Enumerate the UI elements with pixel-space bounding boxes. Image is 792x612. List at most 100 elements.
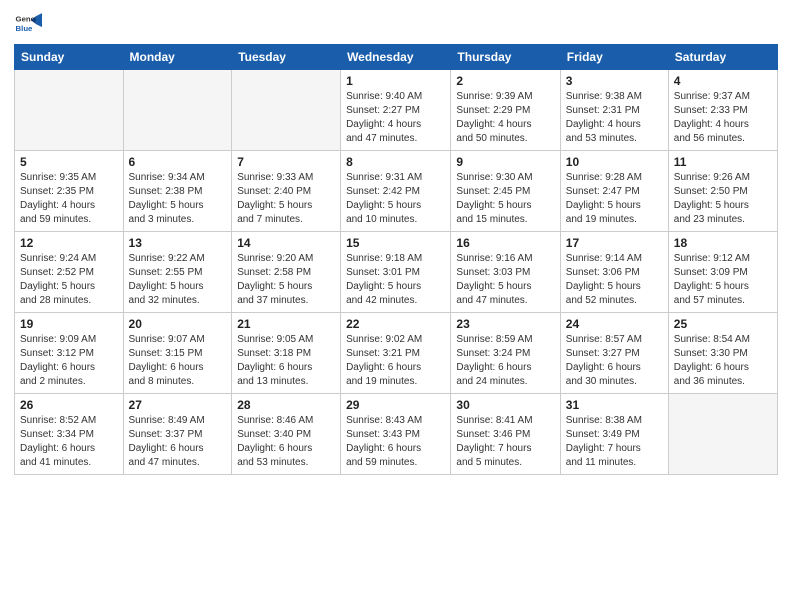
day-content: Sunrise: 9:16 AM Sunset: 3:03 PM Dayligh… — [456, 252, 554, 308]
calendar-cell: 31Sunrise: 8:38 AM Sunset: 3:49 PM Dayli… — [560, 394, 668, 475]
day-content: Sunrise: 8:52 AM Sunset: 3:34 PM Dayligh… — [20, 414, 118, 470]
calendar-cell: 6 Sunrise: 9:34 AM Sunset: 2:38 PM Daylig… — [123, 151, 232, 232]
calendar-cell: 21 Sunrise: 9:05 AM Sunset: 3:18 PM Dayli… — [232, 313, 341, 394]
calendar-cell: 8 Sunrise: 9:31 AM Sunset: 2:42 PM Daylig… — [341, 151, 451, 232]
day-content: Sunrise: 8:59 AM Sunset: 3:24 PM Dayligh… — [456, 333, 554, 389]
calendar-cell — [15, 70, 124, 151]
day-number: 2 — [456, 74, 554, 88]
day-number: 19 — [20, 317, 118, 331]
day-number: 28 — [237, 398, 335, 412]
calendar-body: 1 Sunrise: 9:40 AM Sunset: 2:27 PM Daylig… — [15, 70, 778, 475]
day-number: 18 — [674, 236, 772, 250]
day-number: 29 — [346, 398, 445, 412]
weekday-header-thursday: Thursday — [451, 45, 560, 70]
day-content: Sunrise: 9:38 AM Sunset: 2:31 PM Dayligh… — [566, 90, 663, 146]
day-number: 7 — [237, 155, 335, 169]
calendar-cell: 17Sunrise: 9:14 AM Sunset: 3:06 PM Dayli… — [560, 232, 668, 313]
calendar-cell: 28 Sunrise: 8:46 AM Sunset: 3:40 PM Dayli… — [232, 394, 341, 475]
day-content: Sunrise: 8:43 AM Sunset: 3:43 PM Dayligh… — [346, 414, 445, 470]
day-content: Sunrise: 9:37 AM Sunset: 2:33 PM Dayligh… — [674, 90, 772, 146]
day-content: Sunrise: 9:05 AM Sunset: 3:18 PM Dayligh… — [237, 333, 335, 389]
day-content: Sunrise: 9:39 AM Sunset: 2:29 PM Dayligh… — [456, 90, 554, 146]
calendar-cell: 18 Sunrise: 9:12 AM Sunset: 3:09 PM Dayli… — [668, 232, 777, 313]
calendar-week-2: 5Sunrise: 9:35 AM Sunset: 2:35 PM Daylig… — [15, 151, 778, 232]
calendar-week-1: 1 Sunrise: 9:40 AM Sunset: 2:27 PM Daylig… — [15, 70, 778, 151]
day-content: Sunrise: 8:54 AM Sunset: 3:30 PM Dayligh… — [674, 333, 772, 389]
calendar-cell — [668, 394, 777, 475]
calendar-cell: 26 Sunrise: 8:52 AM Sunset: 3:34 PM Dayli… — [15, 394, 124, 475]
weekday-header-saturday: Saturday — [668, 45, 777, 70]
day-number: 12 — [20, 236, 118, 250]
day-content: Sunrise: 9:26 AM Sunset: 2:50 PM Dayligh… — [674, 171, 772, 227]
day-content: Sunrise: 9:20 AM Sunset: 2:58 PM Dayligh… — [237, 252, 335, 308]
day-number: 9 — [456, 155, 554, 169]
day-number: 6 — [129, 155, 227, 169]
calendar-cell: 11 Sunrise: 9:26 AM Sunset: 2:50 PM Dayli… — [668, 151, 777, 232]
day-number: 4 — [674, 74, 772, 88]
day-number: 15 — [346, 236, 445, 250]
day-content: Sunrise: 9:31 AM Sunset: 2:42 PM Dayligh… — [346, 171, 445, 227]
calendar-cell: 16 Sunrise: 9:16 AM Sunset: 3:03 PM Dayli… — [451, 232, 560, 313]
day-content: Sunrise: 8:41 AM Sunset: 3:46 PM Dayligh… — [456, 414, 554, 470]
day-content: Sunrise: 9:18 AM Sunset: 3:01 PM Dayligh… — [346, 252, 445, 308]
calendar-cell: 9Sunrise: 9:30 AM Sunset: 2:45 PM Daylig… — [451, 151, 560, 232]
day-content: Sunrise: 8:46 AM Sunset: 3:40 PM Dayligh… — [237, 414, 335, 470]
calendar-cell: 12Sunrise: 9:24 AM Sunset: 2:52 PM Dayli… — [15, 232, 124, 313]
day-number: 21 — [237, 317, 335, 331]
day-number: 14 — [237, 236, 335, 250]
day-content: Sunrise: 9:34 AM Sunset: 2:38 PM Dayligh… — [129, 171, 227, 227]
day-number: 24 — [566, 317, 663, 331]
calendar-header: SundayMondayTuesdayWednesdayThursdayFrid… — [15, 45, 778, 70]
day-number: 3 — [566, 74, 663, 88]
day-content: Sunrise: 8:57 AM Sunset: 3:27 PM Dayligh… — [566, 333, 663, 389]
day-content: Sunrise: 8:38 AM Sunset: 3:49 PM Dayligh… — [566, 414, 663, 470]
calendar-cell: 4 Sunrise: 9:37 AM Sunset: 2:33 PM Daylig… — [668, 70, 777, 151]
day-number: 22 — [346, 317, 445, 331]
day-content: Sunrise: 9:22 AM Sunset: 2:55 PM Dayligh… — [129, 252, 227, 308]
calendar-table: SundayMondayTuesdayWednesdayThursdayFrid… — [14, 44, 778, 475]
calendar-cell: 3 Sunrise: 9:38 AM Sunset: 2:31 PM Daylig… — [560, 70, 668, 151]
calendar-cell: 19 Sunrise: 9:09 AM Sunset: 3:12 PM Dayli… — [15, 313, 124, 394]
calendar-cell: 5Sunrise: 9:35 AM Sunset: 2:35 PM Daylig… — [15, 151, 124, 232]
day-content: Sunrise: 9:33 AM Sunset: 2:40 PM Dayligh… — [237, 171, 335, 227]
weekday-header-friday: Friday — [560, 45, 668, 70]
calendar-cell: 10Sunrise: 9:28 AM Sunset: 2:47 PM Dayli… — [560, 151, 668, 232]
day-number: 20 — [129, 317, 227, 331]
header: General Blue — [14, 10, 778, 38]
weekday-header-tuesday: Tuesday — [232, 45, 341, 70]
day-number: 27 — [129, 398, 227, 412]
day-number: 13 — [129, 236, 227, 250]
generalblue-logo-icon: General Blue — [14, 10, 42, 38]
logo: General Blue — [14, 10, 46, 38]
day-number: 30 — [456, 398, 554, 412]
calendar-cell: 7 Sunrise: 9:33 AM Sunset: 2:40 PM Daylig… — [232, 151, 341, 232]
day-number: 25 — [674, 317, 772, 331]
day-content: Sunrise: 9:09 AM Sunset: 3:12 PM Dayligh… — [20, 333, 118, 389]
day-number: 1 — [346, 74, 445, 88]
day-number: 10 — [566, 155, 663, 169]
day-number: 26 — [20, 398, 118, 412]
day-content: Sunrise: 9:12 AM Sunset: 3:09 PM Dayligh… — [674, 252, 772, 308]
calendar-cell: 2 Sunrise: 9:39 AM Sunset: 2:29 PM Daylig… — [451, 70, 560, 151]
calendar-cell — [232, 70, 341, 151]
day-number: 17 — [566, 236, 663, 250]
calendar-cell: 22Sunrise: 9:02 AM Sunset: 3:21 PM Dayli… — [341, 313, 451, 394]
calendar-cell: 24 Sunrise: 8:57 AM Sunset: 3:27 PM Dayli… — [560, 313, 668, 394]
day-content: Sunrise: 9:35 AM Sunset: 2:35 PM Dayligh… — [20, 171, 118, 227]
calendar-cell: 1 Sunrise: 9:40 AM Sunset: 2:27 PM Daylig… — [341, 70, 451, 151]
day-number: 8 — [346, 155, 445, 169]
day-number: 16 — [456, 236, 554, 250]
day-content: Sunrise: 9:40 AM Sunset: 2:27 PM Dayligh… — [346, 90, 445, 146]
weekday-header-wednesday: Wednesday — [341, 45, 451, 70]
calendar-cell: 14 Sunrise: 9:20 AM Sunset: 2:58 PM Dayli… — [232, 232, 341, 313]
calendar-cell: 23Sunrise: 8:59 AM Sunset: 3:24 PM Dayli… — [451, 313, 560, 394]
calendar-cell: 29 Sunrise: 8:43 AM Sunset: 3:43 PM Dayli… — [341, 394, 451, 475]
calendar-cell: 27 Sunrise: 8:49 AM Sunset: 3:37 PM Dayli… — [123, 394, 232, 475]
calendar-week-5: 26 Sunrise: 8:52 AM Sunset: 3:34 PM Dayli… — [15, 394, 778, 475]
calendar-week-3: 12Sunrise: 9:24 AM Sunset: 2:52 PM Dayli… — [15, 232, 778, 313]
day-number: 11 — [674, 155, 772, 169]
day-content: Sunrise: 8:49 AM Sunset: 3:37 PM Dayligh… — [129, 414, 227, 470]
weekday-header-row: SundayMondayTuesdayWednesdayThursdayFrid… — [15, 45, 778, 70]
day-content: Sunrise: 9:07 AM Sunset: 3:15 PM Dayligh… — [129, 333, 227, 389]
calendar-cell: 15 Sunrise: 9:18 AM Sunset: 3:01 PM Dayli… — [341, 232, 451, 313]
